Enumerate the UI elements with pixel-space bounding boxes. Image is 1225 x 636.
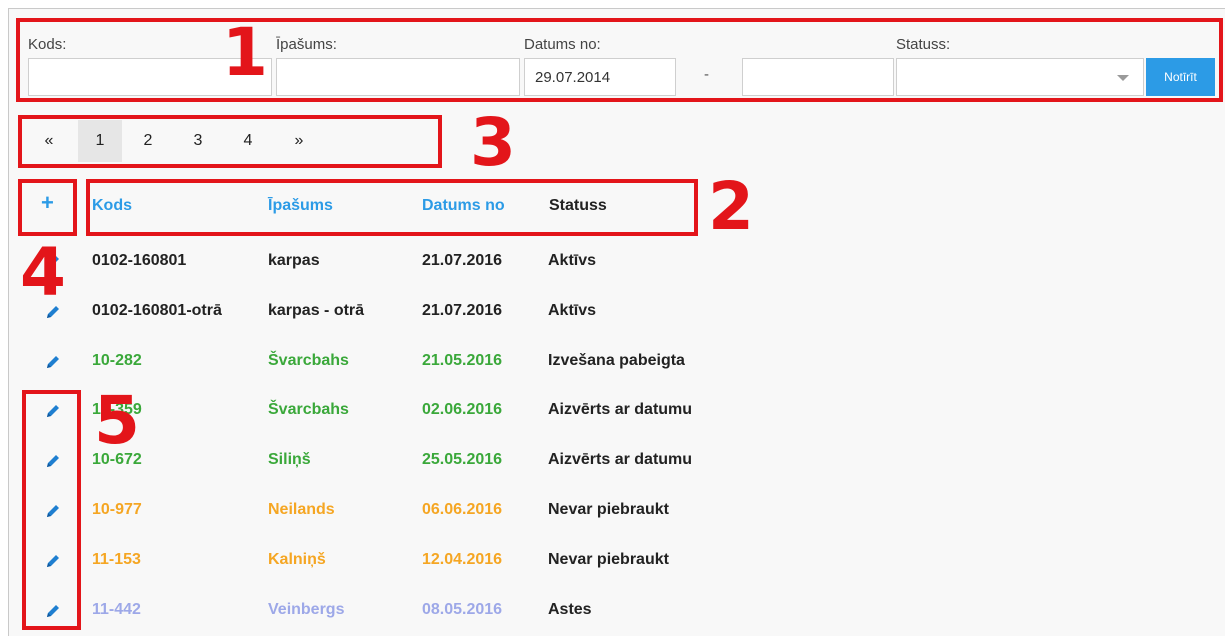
annotation-number-4: 4 (20, 234, 66, 311)
table-row: 0102-160801-otrā karpas - otrā 21.07.2016 A… (30, 297, 1210, 325)
cell-datums: 25.05.2016 (422, 451, 503, 468)
cell-ipasums: Kalniņš (268, 551, 326, 568)
cell-statuss: Aktīvs (548, 252, 597, 269)
annotation-box-1 (16, 18, 1223, 102)
cell-kods: 0102-160801 (92, 252, 187, 269)
cell-ipasums: karpas - otrā (268, 302, 365, 319)
table-row: 10-977 Neilands 06.06.2016 Nevar piebraukt (30, 496, 1210, 524)
cell-statuss: Nevar piebraukt (548, 501, 669, 518)
cell-datums: 21.07.2016 (422, 252, 503, 269)
cell-statuss: Nevar piebraukt (548, 551, 669, 568)
annotation-box-5 (22, 390, 81, 630)
table-row: 11-442 Veinbergs 08.05.2016 Astes (30, 596, 1210, 624)
annotation-box-2 (86, 179, 698, 236)
cell-datums: 08.05.2016 (422, 601, 503, 618)
annotation-number-2: 2 (708, 168, 754, 245)
cell-datums: 12.04.2016 (422, 551, 503, 568)
cell-ipasums: Siliņš (268, 451, 311, 468)
cell-datums: 21.07.2016 (422, 302, 503, 319)
table-row: 0102-160801 karpas 21.07.2016 Aktīvs (30, 247, 1210, 275)
cell-statuss: Aizvērts ar datumu (548, 401, 693, 418)
cell-kods: 10-282 (92, 352, 142, 369)
cell-ipasums: Veinbergs (268, 601, 345, 618)
cell-datums: 21.05.2016 (422, 352, 503, 369)
table-row: 10-359 Švarcbahs 02.06.2016 Aizvērts ar dat… (30, 396, 1210, 424)
table-row: 10-672 Siliņš 25.05.2016 Aizvērts ar datumu (30, 446, 1210, 474)
annotation-box-3 (18, 115, 442, 168)
cell-ipasums: Neilands (268, 501, 335, 518)
cell-statuss: Aktīvs (548, 302, 597, 319)
annotation-number-1: 1 (222, 14, 268, 91)
annotation-number-3: 3 (470, 104, 516, 181)
pencil-icon[interactable] (44, 353, 62, 371)
cell-ipasums: karpas (268, 252, 320, 269)
cell-kods: 11-442 (92, 601, 141, 618)
cell-kods: 10-977 (92, 501, 142, 518)
table-row: 11-153 Kalniņš 12.04.2016 Nevar piebraukt (30, 546, 1210, 574)
table-row: 10-282 Švarcbahs 21.05.2016 Izvešana pabeig… (30, 347, 1210, 375)
cell-datums: 06.06.2016 (422, 501, 503, 518)
cell-statuss: Aizvērts ar datumu (548, 451, 693, 468)
annotation-number-5: 5 (94, 382, 140, 459)
cell-statuss: Izvešana pabeigta (548, 352, 685, 369)
annotation-box-4 (18, 179, 77, 236)
cell-kods: 11-153 (92, 551, 141, 568)
cell-kods: 0102-160801-otrā (92, 302, 222, 319)
cell-ipasums: Švarcbahs (268, 401, 349, 418)
cell-datums: 02.06.2016 (422, 401, 503, 418)
cell-ipasums: Švarcbahs (268, 352, 349, 369)
cell-statuss: Astes (548, 601, 592, 618)
